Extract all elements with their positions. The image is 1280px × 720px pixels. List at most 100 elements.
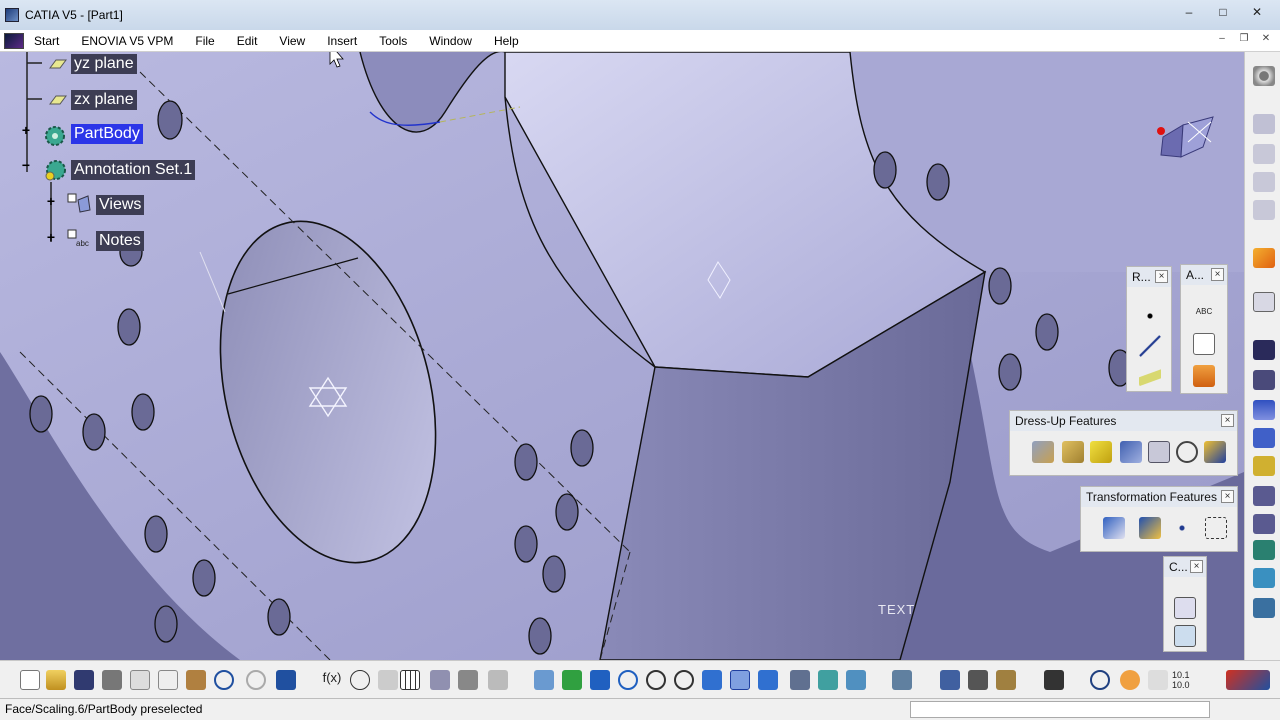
zoom-in-icon[interactable] [646,670,666,690]
save-icon[interactable] [74,670,94,690]
menu-enovia[interactable]: ENOVIA V5 VPM [70,30,184,52]
menu-window[interactable]: Window [418,30,483,52]
instantiate-icon[interactable] [488,670,508,690]
fly-mode-icon[interactable] [534,670,554,690]
close-panel-icon[interactable]: × [1155,270,1168,283]
menu-tools[interactable]: Tools [368,30,418,52]
collapse-annotation-icon[interactable]: − [20,158,32,172]
close-panel-icon[interactable]: × [1211,268,1224,281]
knowledge-icon[interactable] [378,670,398,690]
constraint-icon[interactable] [1174,597,1196,619]
slot-icon[interactable] [1253,514,1275,534]
plane-tool-icon[interactable] [1253,200,1275,220]
expand-views-icon[interactable]: + [45,194,57,208]
pan-icon[interactable] [590,670,610,690]
draft-icon[interactable] [1090,441,1112,463]
normal-view-icon[interactable] [702,670,722,690]
undo-icon[interactable] [214,670,234,690]
close-panel-icon[interactable]: × [1190,560,1203,573]
command-input[interactable] [910,701,1210,718]
shell-icon[interactable] [1120,441,1142,463]
text-annotation[interactable]: TEXT [878,602,915,617]
edge-fillet-icon[interactable] [1032,441,1054,463]
hide-show-icon[interactable] [818,670,838,690]
menu-insert[interactable]: Insert [316,30,368,52]
capture-icon[interactable] [1044,670,1064,690]
menu-edit[interactable]: Edit [226,30,269,52]
measure-between-icon[interactable] [940,670,960,690]
tree-item-partbody[interactable]: PartBody [71,124,143,144]
gear-icon[interactable] [1253,66,1275,86]
zoom-out-icon[interactable] [674,670,694,690]
new-document-icon[interactable] [20,670,40,690]
menu-view[interactable]: View [268,30,316,52]
expand-notes-icon[interactable]: + [45,230,57,244]
redo-icon[interactable] [246,670,266,690]
print-icon[interactable] [102,670,122,690]
menu-file[interactable]: File [184,30,225,52]
axis-system-icon[interactable] [1148,670,1168,690]
remove-face-icon[interactable] [1204,441,1226,463]
close-button[interactable]: ✕ [1242,4,1272,22]
menu-help[interactable]: Help [483,30,530,52]
mirror-icon[interactable] [1139,517,1161,539]
update-icon[interactable] [1090,670,1110,690]
doc-minimize-button[interactable]: – [1214,33,1230,47]
point-icon[interactable] [1139,305,1161,327]
rotate-icon[interactable] [618,670,638,690]
maximize-button[interactable]: □ [1208,4,1238,22]
multi-view-icon[interactable] [730,670,750,690]
constraint-dialog-icon[interactable] [1174,625,1196,647]
doc-restore-button[interactable]: ❐ [1236,33,1252,47]
loft-icon[interactable] [1253,598,1275,618]
help-icon[interactable] [276,670,296,690]
groove-icon[interactable] [1253,428,1275,448]
table-icon[interactable] [400,670,420,690]
close-panel-icon[interactable]: × [1221,490,1234,503]
positioned-sketch-icon[interactable] [1253,144,1275,164]
thickness-icon[interactable] [1148,441,1170,463]
iso-view-icon[interactable] [758,670,778,690]
paste-icon[interactable] [186,670,206,690]
scaling-icon[interactable] [1205,517,1227,539]
sketcher-icon[interactable] [1253,292,1275,312]
chamfer-icon[interactable] [1062,441,1084,463]
hole-icon[interactable] [1253,456,1275,476]
minimize-button[interactable]: – [1174,4,1204,22]
text-annotation-icon[interactable]: ABC [1193,301,1215,323]
pattern-icon[interactable] [1171,517,1193,539]
tree-expand-icon[interactable] [430,670,450,690]
apply-material-icon[interactable] [892,670,912,690]
tree-item-yz-plane[interactable]: yz plane [71,54,137,74]
stiffener-icon[interactable] [1253,568,1275,588]
tree-item-views[interactable]: Views [96,195,145,215]
tree-item-notes[interactable]: Notes [96,231,144,251]
doc-close-button[interactable]: ✕ [1258,33,1274,47]
open-folder-icon[interactable] [46,670,66,690]
measure-icon[interactable] [458,670,478,690]
rib-icon[interactable] [1253,486,1275,506]
copy-icon[interactable] [1253,172,1275,192]
select-arrow-icon[interactable] [1253,248,1275,268]
comment-icon[interactable] [350,670,370,690]
sketch-icon[interactable] [1253,114,1275,134]
measure-item-icon[interactable] [968,670,988,690]
manipulator-icon[interactable] [1120,670,1140,690]
plane-icon[interactable] [1139,365,1161,387]
tree-item-zx-plane[interactable]: zx plane [71,90,137,110]
thread-icon[interactable] [1176,441,1198,463]
formula-icon[interactable]: f(x) [322,670,342,690]
menu-start[interactable]: Start [32,30,70,52]
solid-combine-icon[interactable] [1253,540,1275,560]
close-panel-icon[interactable]: × [1221,414,1234,427]
translation-icon[interactable] [1103,517,1125,539]
cut-icon[interactable] [130,670,150,690]
fit-all-icon[interactable] [562,670,582,690]
expand-partbody-icon[interactable]: + [20,123,32,137]
line-icon[interactable] [1139,335,1161,357]
pocket-icon[interactable] [1253,370,1275,390]
flag-note-icon[interactable] [1193,333,1215,355]
compass-icon[interactable] [1143,107,1228,187]
copy-icon[interactable] [158,670,178,690]
3d-viewport[interactable]: yz plane zx plane + PartBody − Annotatio… [0,52,1244,660]
